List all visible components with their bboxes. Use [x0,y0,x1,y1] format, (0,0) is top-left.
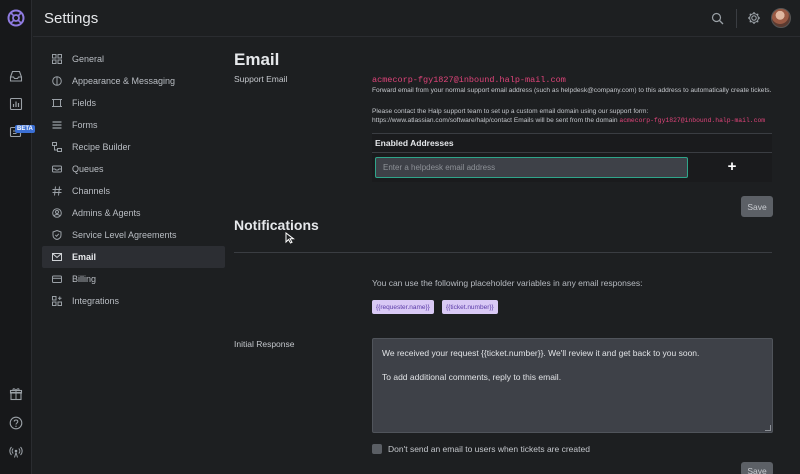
nav-item-channels[interactable]: Channels [42,180,225,202]
nav-item-label: Forms [72,120,98,130]
nav-item-label: Channels [72,186,111,196]
mouse-cursor-icon [285,231,295,249]
broadcast-icon[interactable] [6,442,26,462]
nav-item-label: Queues [72,164,104,174]
nav-item-label: Service Level Agreements [72,230,177,240]
dont-send-checkbox-row[interactable]: Don't send an email to users when ticket… [372,444,590,454]
beta-badge: BETA [15,125,35,133]
nav-item-label: Billing [72,274,97,284]
nav-item-admins-agents[interactable]: Admins & Agents [42,202,225,224]
helpdesk-email-input[interactable] [375,157,688,178]
nav-item-queues[interactable]: Queues [42,158,225,180]
initial-response-line: We received your request {{ticket.number… [382,348,700,358]
initial-response-line: To add additional comments, reply to thi… [382,372,562,382]
placeholder-chip-requester-name[interactable]: {{requester.name}} [372,300,434,314]
add-address-button[interactable]: + [722,156,742,176]
gear-icon[interactable] [745,9,763,27]
app-logo-icon[interactable] [6,8,26,28]
placeholder-note: You can use the following placeholder va… [372,278,643,288]
nav-item-recipe-builder[interactable]: Recipe Builder [42,136,225,158]
nav-item-forms[interactable]: Forms [42,114,225,136]
nav-item-label: Integrations [72,296,120,306]
contact-note: Please contact the Halp support team to … [372,108,649,115]
save-email-button[interactable]: Save [741,196,773,217]
nav-item-appearance[interactable]: Appearance & Messaging [42,70,225,92]
support-email-address: acmecorp-fgy1827@inbound.halp-mail.com [372,75,566,85]
shield-icon [52,230,62,240]
inbox-icon[interactable] [6,66,26,86]
nav-item-label: Admins & Agents [72,208,141,218]
support-email-label: Support Email [234,74,288,84]
top-bar: Settings [33,0,800,37]
forward-note: Forward email from your normal support e… [372,87,772,94]
section-heading-email: Email [234,50,280,69]
user-icon [52,208,62,218]
nav-item-label: Appearance & Messaging [72,76,176,86]
page-title: Settings [44,10,99,27]
initial-response-textarea[interactable]: We received your request {{ticket.number… [372,338,773,433]
nav-item-label: General [72,54,105,64]
section-heading-notifications: Notifications [234,217,319,233]
email-settings-panel: Email Support Email acmecorp-fgy1827@inb… [234,38,800,474]
nav-item-integrations[interactable]: Integrations [42,290,225,312]
nav-item-label: Recipe Builder [72,142,131,152]
dont-send-checkbox[interactable] [372,444,382,454]
avatar[interactable] [771,8,791,28]
contact-line: https://www.atlassian.com/software/halp/… [372,117,765,124]
initial-response-label: Initial Response [234,339,295,349]
palette-icon [52,76,62,86]
nav-item-sla[interactable]: Service Level Agreements [42,224,225,246]
nav-item-label: Email [72,252,97,262]
section-divider [234,252,772,253]
topbar-divider [736,9,737,28]
placeholder-chip-ticket-number[interactable]: {{ticket.number}} [442,300,498,314]
enabled-addresses-header: Enabled Addresses [375,138,454,148]
email-domain: acmecorp-fgy1827@inbound.halp-mail.com [619,117,766,124]
resize-handle[interactable] [765,425,771,431]
hash-icon [52,186,62,196]
gift-icon[interactable] [6,384,26,404]
nav-item-label: Fields [72,98,97,108]
mail-icon [52,253,62,261]
queue-icon [52,165,62,173]
nav-item-general[interactable]: General [42,48,225,70]
grid-icon [52,54,62,64]
integrations-icon [52,296,62,306]
reports-icon[interactable] [6,94,26,114]
forms-icon [52,121,62,129]
nav-item-email[interactable]: Email [42,246,225,268]
recipe-icon [52,142,62,152]
help-icon[interactable] [6,413,26,433]
nav-item-fields[interactable]: Fields [42,92,225,114]
app-rail: BETA [0,0,35,474]
enabled-addresses-table: Enabled Addresses + [372,133,772,182]
fields-icon [52,99,62,107]
billing-icon [52,275,62,283]
dont-send-label: Don't send an email to users when ticket… [388,444,590,454]
settings-nav: General Appearance & Messaging Fields Fo… [33,38,228,474]
save-notifications-button[interactable]: Save [741,462,773,474]
table-divider [372,152,772,153]
nav-item-billing[interactable]: Billing [42,268,225,290]
search-icon[interactable] [708,9,726,27]
contact-url[interactable]: https://www.atlassian.com/software/halp/… [372,117,618,124]
